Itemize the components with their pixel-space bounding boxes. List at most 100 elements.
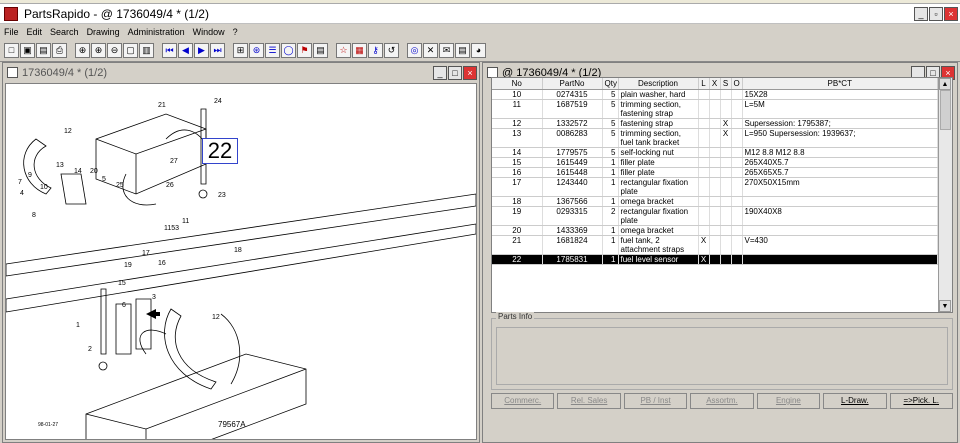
drawing-label[interactable]: 3: [152, 294, 156, 301]
drawing-label[interactable]: 23: [218, 192, 226, 199]
table-row[interactable]: 14 1779575 5 self-locking nut M12 8.8 M12 8.…: [492, 147, 938, 158]
drawing-label[interactable]: 13: [56, 162, 64, 169]
target-icon[interactable]: ◎: [407, 43, 422, 58]
table-row[interactable]: 13 0086283 5 trimming section, fuel tank br…: [492, 128, 938, 148]
drawing-label[interactable]: 26: [166, 182, 174, 189]
page-icon[interactable]: ▢: [123, 43, 138, 58]
table-row[interactable]: 15 1615449 1 filler plate 265X40X5.7: [492, 157, 938, 168]
zoom-in-icon[interactable]: ⊕: [91, 43, 106, 58]
drawing-label[interactable]: 14: [74, 168, 82, 175]
menu-item[interactable]: ?: [233, 27, 238, 37]
drawing-label[interactable]: 9: [28, 172, 32, 179]
column-header[interactable]: L: [698, 78, 710, 90]
zoom-out-icon[interactable]: ⊖: [107, 43, 122, 58]
action-button[interactable]: Rel. Sales: [557, 393, 621, 409]
drawing-label[interactable]: 18: [234, 247, 242, 254]
prev-icon[interactable]: ◀: [178, 43, 193, 58]
column-header[interactable]: S: [720, 78, 732, 90]
scroll-up-icon[interactable]: ▲: [939, 78, 951, 90]
table-row[interactable]: 12 1332572 5 fastening strap X Supersession: …: [492, 118, 938, 129]
action-button[interactable]: L-Draw.: [823, 393, 887, 409]
undo-icon[interactable]: ↺: [384, 43, 399, 58]
page2-icon[interactable]: ▥: [139, 43, 154, 58]
scroll-thumb[interactable]: [940, 90, 951, 130]
drawing-label[interactable]: 24: [214, 98, 222, 105]
drawing-label[interactable]: 12: [212, 314, 220, 321]
drawing-label[interactable]: 15: [118, 280, 126, 287]
drawing-label[interactable]: 17: [142, 250, 150, 257]
zoom-fit-icon[interactable]: ⊕: [75, 43, 90, 58]
drawing-label[interactable]: 21: [158, 102, 166, 109]
drawing-label[interactable]: 1153: [164, 225, 179, 232]
minimize-icon[interactable]: _: [914, 6, 928, 21]
drawing-label[interactable]: 27: [170, 158, 178, 165]
drawing-label[interactable]: 19: [124, 262, 132, 269]
action-button[interactable]: Commerc.: [491, 393, 555, 409]
drawing-label[interactable]: 1: [76, 322, 80, 329]
action-button[interactable]: =>Pick. L.: [889, 393, 953, 409]
action-button[interactable]: Assortm.: [690, 393, 754, 409]
table-row[interactable]: 20 1433369 1 omega bracket: [492, 225, 938, 236]
scroll-down-icon[interactable]: ▼: [939, 300, 951, 312]
table-row[interactable]: 16 1615448 1 filler plate 265X65X5.7: [492, 167, 938, 178]
action-button[interactable]: PB / Inst: [623, 393, 688, 409]
table-row[interactable]: 18 1367566 1 omega bracket: [492, 196, 938, 207]
table-row[interactable]: 19 0293315 2 rectangular fixation plate 190X…: [492, 206, 938, 226]
table-scrollbar[interactable]: ▲ ▼: [938, 78, 952, 312]
close-icon[interactable]: ×: [944, 6, 958, 21]
column-header[interactable]: PB*CT: [742, 78, 938, 90]
table-row[interactable]: 11 1687519 5 trimming section, fastening st…: [492, 99, 938, 119]
drawing-label[interactable]: 20: [90, 168, 98, 175]
column-header[interactable]: PartNo: [542, 78, 603, 90]
new-icon[interactable]: □: [4, 43, 19, 58]
menu-item[interactable]: Window: [193, 27, 225, 37]
next-icon[interactable]: ▶: [194, 43, 209, 58]
minimize-icon[interactable]: _: [433, 65, 447, 80]
drawing-label[interactable]: 6: [122, 302, 126, 309]
binoculars-icon[interactable]: ⊛: [249, 43, 264, 58]
first-icon[interactable]: ⏮: [162, 43, 177, 58]
menu-item[interactable]: Edit: [27, 27, 43, 37]
drawing-label[interactable]: 2: [88, 346, 92, 353]
star-icon[interactable]: ☆: [336, 43, 351, 58]
drawing-canvas[interactable]: 22 21 24 12 13 14 7 9 10 4 8 20 25 5 27 …: [5, 83, 477, 440]
column-header[interactable]: No: [492, 78, 543, 90]
grid-icon[interactable]: ☰: [265, 43, 280, 58]
open-icon[interactable]: ▣: [20, 43, 35, 58]
drawing-label[interactable]: 4: [20, 190, 24, 197]
cart-icon[interactable]: ⊞: [233, 43, 248, 58]
drawing-label[interactable]: 8: [32, 212, 36, 219]
save-icon[interactable]: ▤: [36, 43, 51, 58]
part-callout[interactable]: 22: [202, 138, 238, 164]
list-icon[interactable]: ▤: [455, 43, 470, 58]
drawing-label[interactable]: 5: [102, 176, 106, 183]
circle-icon[interactable]: ◯: [281, 43, 296, 58]
drawing-label[interactable]: 16: [158, 260, 166, 267]
menu-item[interactable]: File: [4, 27, 19, 37]
cross-icon[interactable]: ✕: [423, 43, 438, 58]
drawing-label[interactable]: 11: [182, 218, 189, 225]
table-row[interactable]: 21 1681824 1 fuel tank, 2 attachment straps…: [492, 235, 938, 255]
menu-item[interactable]: Drawing: [87, 27, 120, 37]
doc-icon[interactable]: ▤: [313, 43, 328, 58]
drawing-label[interactable]: 25: [116, 182, 124, 189]
column-header[interactable]: Description: [618, 78, 699, 90]
parts-info-box[interactable]: [496, 327, 948, 385]
action-button[interactable]: Engine: [756, 393, 821, 409]
drawing-label[interactable]: 10: [40, 184, 48, 191]
last-icon[interactable]: ⏭: [210, 43, 225, 58]
column-header[interactable]: Qty: [602, 78, 619, 90]
maximize-icon[interactable]: □: [448, 65, 462, 80]
table-row[interactable]: 17 1243440 1 rectangular fixation plate 270X…: [492, 177, 938, 197]
close-icon[interactable]: ×: [463, 65, 477, 80]
print-icon[interactable]: ⎙: [52, 43, 67, 58]
stack-icon[interactable]: ▦: [352, 43, 367, 58]
table-row[interactable]: 22 1785831 1 fuel level sensor X: [492, 254, 938, 265]
drawing-label[interactable]: 7: [18, 179, 22, 186]
key-icon[interactable]: ⚷: [368, 43, 383, 58]
menu-item[interactable]: Administration: [128, 27, 185, 37]
restore-icon[interactable]: ▫: [929, 6, 943, 21]
table-row[interactable]: 10 0274315 5 plain washer, hard 15X28: [492, 89, 938, 100]
menu-item[interactable]: Search: [50, 27, 79, 37]
column-header[interactable]: O: [731, 78, 743, 90]
